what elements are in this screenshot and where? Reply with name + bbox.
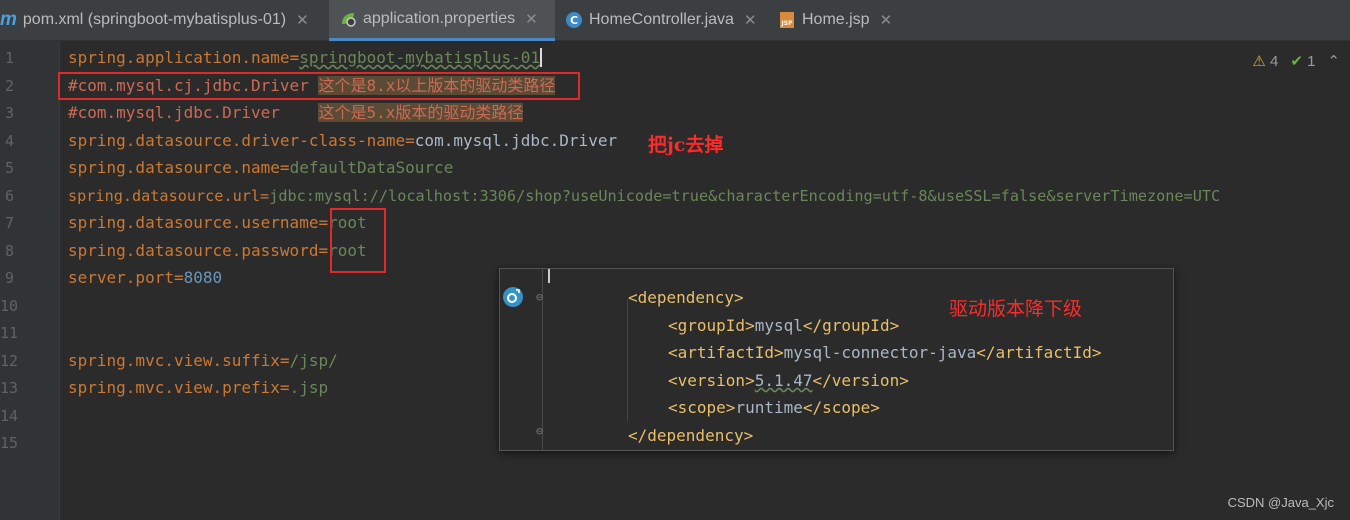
fold-arrow-icon[interactable]: ⊖: [536, 290, 543, 304]
highlight-box-cj-driver: [58, 72, 580, 100]
dependency-snippet-popup: ⊖ ⊖ <dependency> <groupId>mysql</groupId…: [499, 268, 1174, 451]
maven-sync-icon[interactable]: [502, 286, 524, 312]
warning-icon: ⚠: [1252, 53, 1266, 70]
line-number: 7: [4, 214, 14, 232]
inspection-widget[interactable]: ⚠ 4 ✔ 1 ⌃: [1252, 52, 1340, 70]
watermark: CSDN @Java_Xjc: [1227, 495, 1334, 510]
code-line-4[interactable]: spring.datasource.driver-class-name=com.…: [68, 131, 617, 151]
xml-line: <scope>runtime</scope>: [668, 398, 880, 417]
highlight-box-credentials: [330, 208, 386, 273]
code-line-9[interactable]: server.port=8080: [68, 268, 222, 288]
tab-label: Home.jsp: [802, 11, 870, 28]
line-number: 2: [4, 77, 14, 95]
line-number: 9: [4, 269, 14, 287]
code-line-8[interactable]: spring.datasource.password=root: [68, 241, 367, 261]
code-line-12[interactable]: spring.mvc.view.suffix=/jsp/: [68, 351, 338, 371]
xml-line: <dependency>: [628, 288, 744, 307]
tab-label: pom.xml (springboot-mybatisplus-01): [22, 11, 287, 28]
close-icon[interactable]: ✕: [880, 11, 893, 29]
line-number: 15: [0, 434, 19, 452]
spring-properties-icon: [339, 10, 357, 28]
text-caret: [540, 48, 543, 67]
xml-line: </dependency>: [628, 426, 754, 445]
line-number: 8: [4, 242, 14, 260]
text-caret: [548, 269, 550, 283]
indent-guide: [627, 299, 628, 421]
tab-pom-xml[interactable]: m pom.xml (springboot-mybatisplus-01) ✕: [0, 0, 328, 40]
tab-label: HomeController.java: [589, 11, 734, 28]
close-icon[interactable]: ✕: [296, 11, 309, 29]
line-number: 5: [4, 159, 14, 177]
tab-home-jsp[interactable]: JSP Home.jsp ✕: [778, 0, 908, 40]
svg-text:JSP: JSP: [781, 20, 794, 27]
line-number: 6: [4, 187, 14, 205]
tab-application-properties[interactable]: application.properties ✕: [329, 0, 555, 41]
svg-text:C: C: [570, 14, 578, 27]
tab-label: application.properties: [363, 10, 516, 27]
jsp-file-icon: JSP: [778, 11, 796, 29]
code-line-7[interactable]: spring.datasource.username=root: [68, 213, 367, 233]
maven-icon: m: [0, 9, 17, 30]
line-number: 1: [4, 49, 14, 67]
java-class-icon: C: [565, 11, 583, 29]
chevron-up-icon[interactable]: ⌃: [1327, 52, 1340, 70]
check-icon: ✔: [1290, 53, 1303, 70]
close-icon[interactable]: ✕: [525, 10, 538, 28]
xml-line: <version>5.1.47</version>: [668, 371, 909, 390]
code-line-6[interactable]: spring.datasource.url=jdbc:mysql://local…: [68, 186, 1220, 206]
check-count[interactable]: ✔ 1: [1290, 52, 1315, 70]
annotation-remove-jc: 把jc去掉: [648, 134, 724, 156]
xml-line: <artifactId>mysql-connector-java</artifa…: [668, 343, 1102, 362]
annotation-downgrade-driver: 驱动版本降下级: [949, 298, 1083, 320]
line-number: 3: [4, 104, 14, 122]
xml-line: <groupId>mysql</groupId>: [668, 316, 900, 335]
close-icon[interactable]: ✕: [744, 11, 757, 29]
fold-arrow-icon[interactable]: ⊖: [536, 424, 543, 438]
line-number: 4: [4, 132, 14, 150]
code-line-5[interactable]: spring.datasource.name=defaultDataSource: [68, 158, 453, 178]
code-line-3[interactable]: #com.mysql.jdbc.Driver 这个是5.x版本的驱动类路径: [68, 103, 524, 123]
warning-count[interactable]: ⚠ 4: [1252, 52, 1278, 70]
editor-tab-bar: m pom.xml (springboot-mybatisplus-01) ✕ …: [0, 0, 1350, 41]
code-line-13[interactable]: spring.mvc.view.prefix=.jsp: [68, 378, 328, 398]
line-number: 11: [0, 324, 19, 342]
line-number: 14: [0, 407, 19, 425]
line-number: 12: [0, 352, 19, 370]
code-line-1[interactable]: spring.application.name=springboot-mybat…: [68, 48, 543, 68]
line-number: 10: [0, 297, 19, 315]
tab-homecontroller-java[interactable]: C HomeController.java ✕: [565, 0, 765, 40]
line-number: 13: [0, 379, 19, 397]
